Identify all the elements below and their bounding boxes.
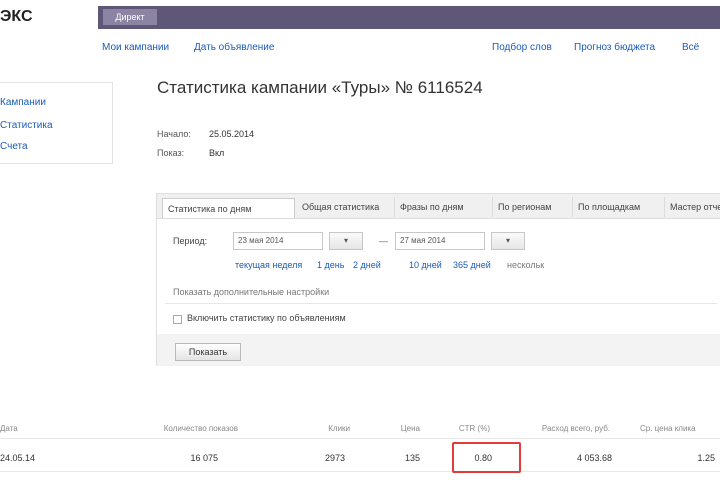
cell-impressions: 16 075 xyxy=(190,453,218,463)
cell-price: 135 xyxy=(404,453,420,463)
service-tab[interactable]: Директ xyxy=(103,9,157,25)
sidebar-item-accounts[interactable]: Счета xyxy=(0,141,28,152)
meta-start: Начало: 25.05.2014 xyxy=(157,129,254,139)
quick-period-link[interactable]: 1 день xyxy=(317,260,344,270)
meta-value: 25.05.2014 xyxy=(209,129,255,139)
quick-period-link[interactable]: 2 дней xyxy=(353,260,381,270)
nav-links: Мои кампании Дать объявление Подбор слов… xyxy=(102,42,720,56)
show-button[interactable]: Показать xyxy=(175,343,241,361)
calendar-icon: ▾ xyxy=(505,236,510,245)
show-button-row: Показать xyxy=(157,334,720,366)
sidebar-item-statistics[interactable]: Статистика xyxy=(0,120,53,131)
add-campaign-link[interactable]: Дать объявление xyxy=(194,42,274,53)
table-header-date[interactable]: Дата xyxy=(0,424,18,433)
table-header-price[interactable]: Цена xyxy=(380,424,420,433)
meta-value: Вкл xyxy=(209,148,225,158)
report-tabs: Статистика по дням Общая статистика Фраз… xyxy=(157,194,720,219)
advanced-settings-link[interactable]: Показать дополнительные настройки xyxy=(173,287,329,297)
quick-period-link[interactable]: 10 дней xyxy=(409,260,442,270)
meta-key: Начало: xyxy=(157,129,191,139)
meta-status: Показ: Вкл xyxy=(157,148,224,158)
date-dash: — xyxy=(379,236,388,246)
page-title: Статистика кампании «Туры» № 6116524 xyxy=(157,78,483,97)
period-label: Период: xyxy=(173,236,208,246)
divider xyxy=(165,303,717,304)
stats-filter-panel: Статистика по дням Общая статистика Фраз… xyxy=(156,193,720,366)
table-header-spend[interactable]: Расход всего, руб. xyxy=(520,424,610,433)
meta-key: Показ: xyxy=(157,148,185,158)
cell-avg-cpc: 1.25 xyxy=(697,453,715,463)
all-link[interactable]: Всё xyxy=(682,42,699,53)
sidebar-item-campaigns[interactable]: Кампании xyxy=(0,97,46,108)
calendar-icon: ▾ xyxy=(343,236,348,245)
date-from-input[interactable]: 23 мая 2014 xyxy=(233,232,323,250)
sidebar: Кампании Статистика Счета xyxy=(0,82,113,164)
ads-stats-checkbox-label: Включить статистику по объявлениям xyxy=(187,313,346,323)
table-header-clicks[interactable]: Клики xyxy=(300,424,350,433)
quick-period-suffix: нескольк xyxy=(507,260,545,270)
tab-report-master[interactable]: Мастер отчетов xyxy=(665,197,720,217)
top-bar: Директ xyxy=(98,6,720,29)
tab-regions[interactable]: По регионам xyxy=(493,197,573,217)
tab-phrases[interactable]: Фразы по дням xyxy=(395,197,493,217)
my-campaigns-link[interactable]: Мои кампании xyxy=(102,42,169,53)
row-divider xyxy=(0,471,720,472)
table-header-impressions[interactable]: Количество показов xyxy=(128,424,238,433)
tab-daily[interactable]: Статистика по дням xyxy=(162,198,295,218)
quick-period-link[interactable]: текущая неделя xyxy=(235,260,302,270)
tab-general[interactable]: Общая статистика xyxy=(297,197,395,217)
table-header-avg-cpc[interactable]: Ср. цена клика xyxy=(640,424,720,433)
header-divider xyxy=(0,438,720,439)
date-from-calendar-button[interactable]: ▾ xyxy=(329,232,363,250)
table-header-ctr[interactable]: CTR (%) xyxy=(450,424,490,433)
cell-date: 24.05.14 xyxy=(0,453,36,463)
ads-stats-checkbox[interactable] xyxy=(173,315,182,324)
word-selection-link[interactable]: Подбор слов xyxy=(492,42,552,53)
logo[interactable]: ЭКС xyxy=(0,8,33,26)
cell-spend: 4 053.68 xyxy=(576,453,612,463)
tab-sites[interactable]: По площадкам xyxy=(573,197,665,217)
date-to-calendar-button[interactable]: ▾ xyxy=(491,232,525,250)
budget-forecast-link[interactable]: Прогноз бюджета xyxy=(574,42,655,53)
cell-clicks: 2973 xyxy=(324,453,345,463)
date-to-input[interactable]: 27 мая 2014 xyxy=(395,232,485,250)
ctr-highlight-box xyxy=(452,442,521,473)
quick-period-link[interactable]: 365 дней xyxy=(453,260,491,270)
